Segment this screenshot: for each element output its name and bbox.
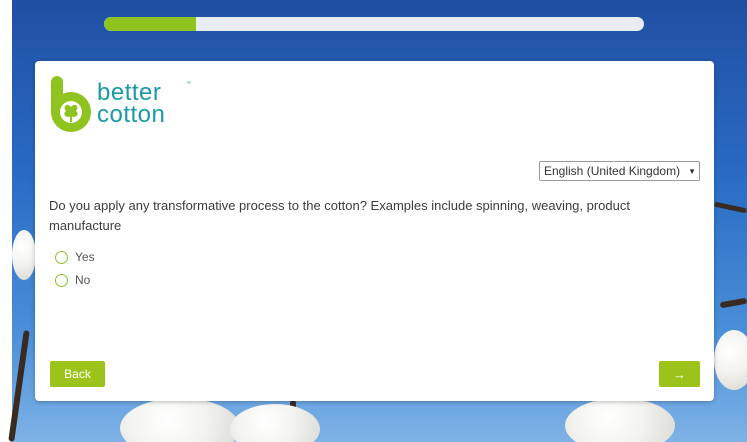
progress-fill <box>104 17 196 31</box>
language-selected-label: English (United Kingdom) <box>544 164 681 178</box>
progress-bar <box>104 17 644 31</box>
trademark-mark: ™ <box>186 81 191 87</box>
language-select[interactable]: English (United Kingdom) ▼ <box>539 161 700 181</box>
background-edge <box>0 0 12 442</box>
brand-wordmark: better cotton <box>97 81 166 128</box>
option-no[interactable]: No <box>55 273 90 287</box>
radio-yes[interactable] <box>55 250 68 264</box>
question-text: Do you apply any transformative process … <box>49 198 630 233</box>
option-yes[interactable]: Yes <box>55 250 95 264</box>
survey-card: better cotton ™ English (United Kingdom)… <box>35 61 714 401</box>
next-button[interactable]: → <box>659 361 700 387</box>
back-button[interactable]: Back <box>50 361 105 387</box>
option-no-label: No <box>75 273 91 287</box>
cotton-boll <box>120 398 240 442</box>
cotton-boll <box>565 398 675 442</box>
brand-line-2: cotton <box>97 101 166 128</box>
background-branch <box>719 297 747 309</box>
better-cotton-logo-icon <box>51 76 91 132</box>
cotton-boll <box>230 404 320 442</box>
cotton-boll <box>714 330 747 390</box>
background-branch <box>713 201 747 214</box>
brand-logo: better cotton ™ <box>49 74 191 134</box>
cotton-boll <box>12 230 36 280</box>
radio-no[interactable] <box>55 273 68 287</box>
chevron-down-icon: ▼ <box>688 167 696 176</box>
option-yes-label: Yes <box>75 250 95 264</box>
